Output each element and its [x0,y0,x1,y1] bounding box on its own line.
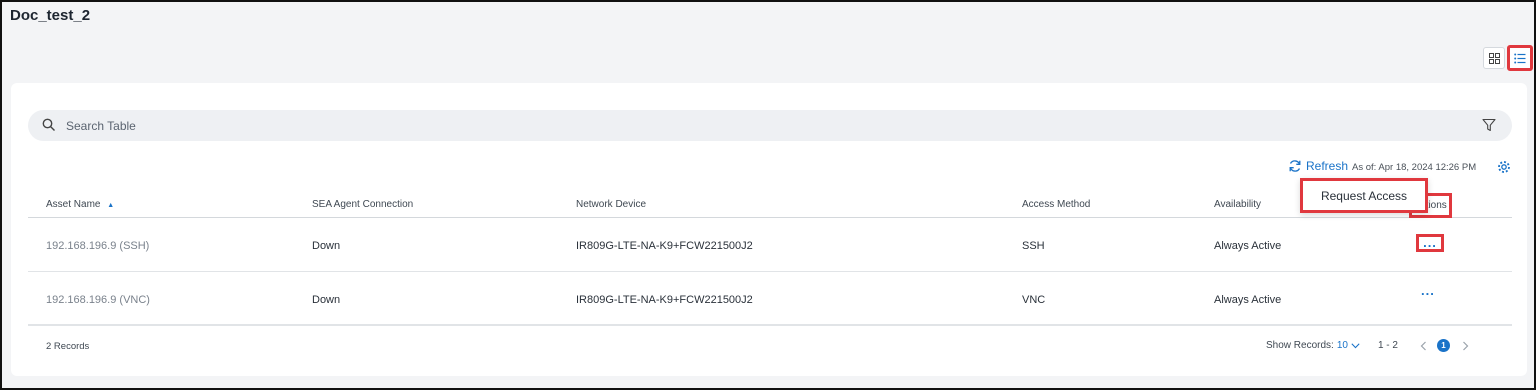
refresh-label: Refresh [1306,159,1349,173]
column-header-network-device[interactable]: Network Device [576,199,646,210]
connection-cell: Down [312,240,341,252]
assets-card: Refresh As of: Apr 18, 2024 12:26 PM Ass… [11,83,1527,376]
show-records-select[interactable]: Show Records: 10 [1266,340,1360,351]
grid-icon [1488,52,1500,64]
gear-icon[interactable] [1497,160,1511,174]
refresh-button[interactable]: Refresh [1288,159,1348,173]
chevron-down-icon [1351,342,1360,348]
show-records-label: Show Records: [1266,340,1334,351]
page-title: Doc_test_2 [10,7,91,24]
list-icon [1514,53,1526,63]
list-view-button[interactable] [1507,45,1533,71]
pagination: Show Records: 10 1 - 2 1 [1266,339,1469,352]
access-method-cell: VNC [1022,294,1046,306]
column-header-availability[interactable]: Availability [1214,199,1261,210]
previous-page-icon[interactable] [1420,341,1427,351]
column-header-label: Asset Name [46,199,101,210]
view-toggle [1483,45,1533,71]
footer-divider [28,324,1512,325]
column-header-sea-agent-connection[interactable]: SEA Agent Connection [312,199,413,210]
grid-view-button[interactable] [1483,47,1505,69]
network-device-cell: IR809G-LTE-NA-K9+FCW221500J2 [576,294,753,306]
page-number-button[interactable]: 1 [1436,339,1450,352]
app-frame: Doc_test_2 Search Table Refresh As of: A… [0,0,1536,390]
filter-icon[interactable] [1482,118,1496,132]
row-actions-menu-button[interactable]: ... [1421,284,1435,297]
connection-cell: Down [312,294,341,306]
access-method-cell: SSH [1022,240,1045,252]
row-actions-menu-button[interactable]: ... [1416,234,1444,252]
table-row: 192.168.196.9 (SSH) Down IR809G-LTE-NA-K… [28,218,1512,272]
next-page-icon[interactable] [1462,341,1469,351]
availability-cell: Always Active [1214,240,1282,252]
asset-name-link[interactable]: 192.168.196.9 (SSH) [46,240,149,252]
refresh-icon [1289,160,1301,172]
assets-table: Asset Name ▲ SEA Agent Connection Networ… [28,188,1512,326]
sort-ascending-icon: ▲ [107,202,115,209]
table-header: Asset Name ▲ SEA Agent Connection Networ… [28,188,1512,218]
records-range: 1 - 2 [1377,340,1398,351]
request-access-menu-item[interactable]: Request Access [1300,178,1428,213]
records-count: 2 Records [46,341,90,352]
search-bar [28,110,1512,141]
asset-name-link[interactable]: 192.168.196.9 (VNC) [46,294,150,306]
search-icon [42,118,55,131]
column-header-asset-name[interactable]: Asset Name ▲ [46,199,114,210]
table-row: 192.168.196.9 (VNC) Down IR809G-LTE-NA-K… [28,272,1512,326]
availability-cell: Always Active [1214,294,1282,306]
as-of-timestamp: As of: Apr 18, 2024 12:26 PM [1352,162,1477,173]
search-input[interactable] [66,116,1466,136]
show-records-value: 10 [1336,340,1348,351]
column-header-access-method[interactable]: Access Method [1022,199,1090,210]
network-device-cell: IR809G-LTE-NA-K9+FCW221500J2 [576,240,753,252]
